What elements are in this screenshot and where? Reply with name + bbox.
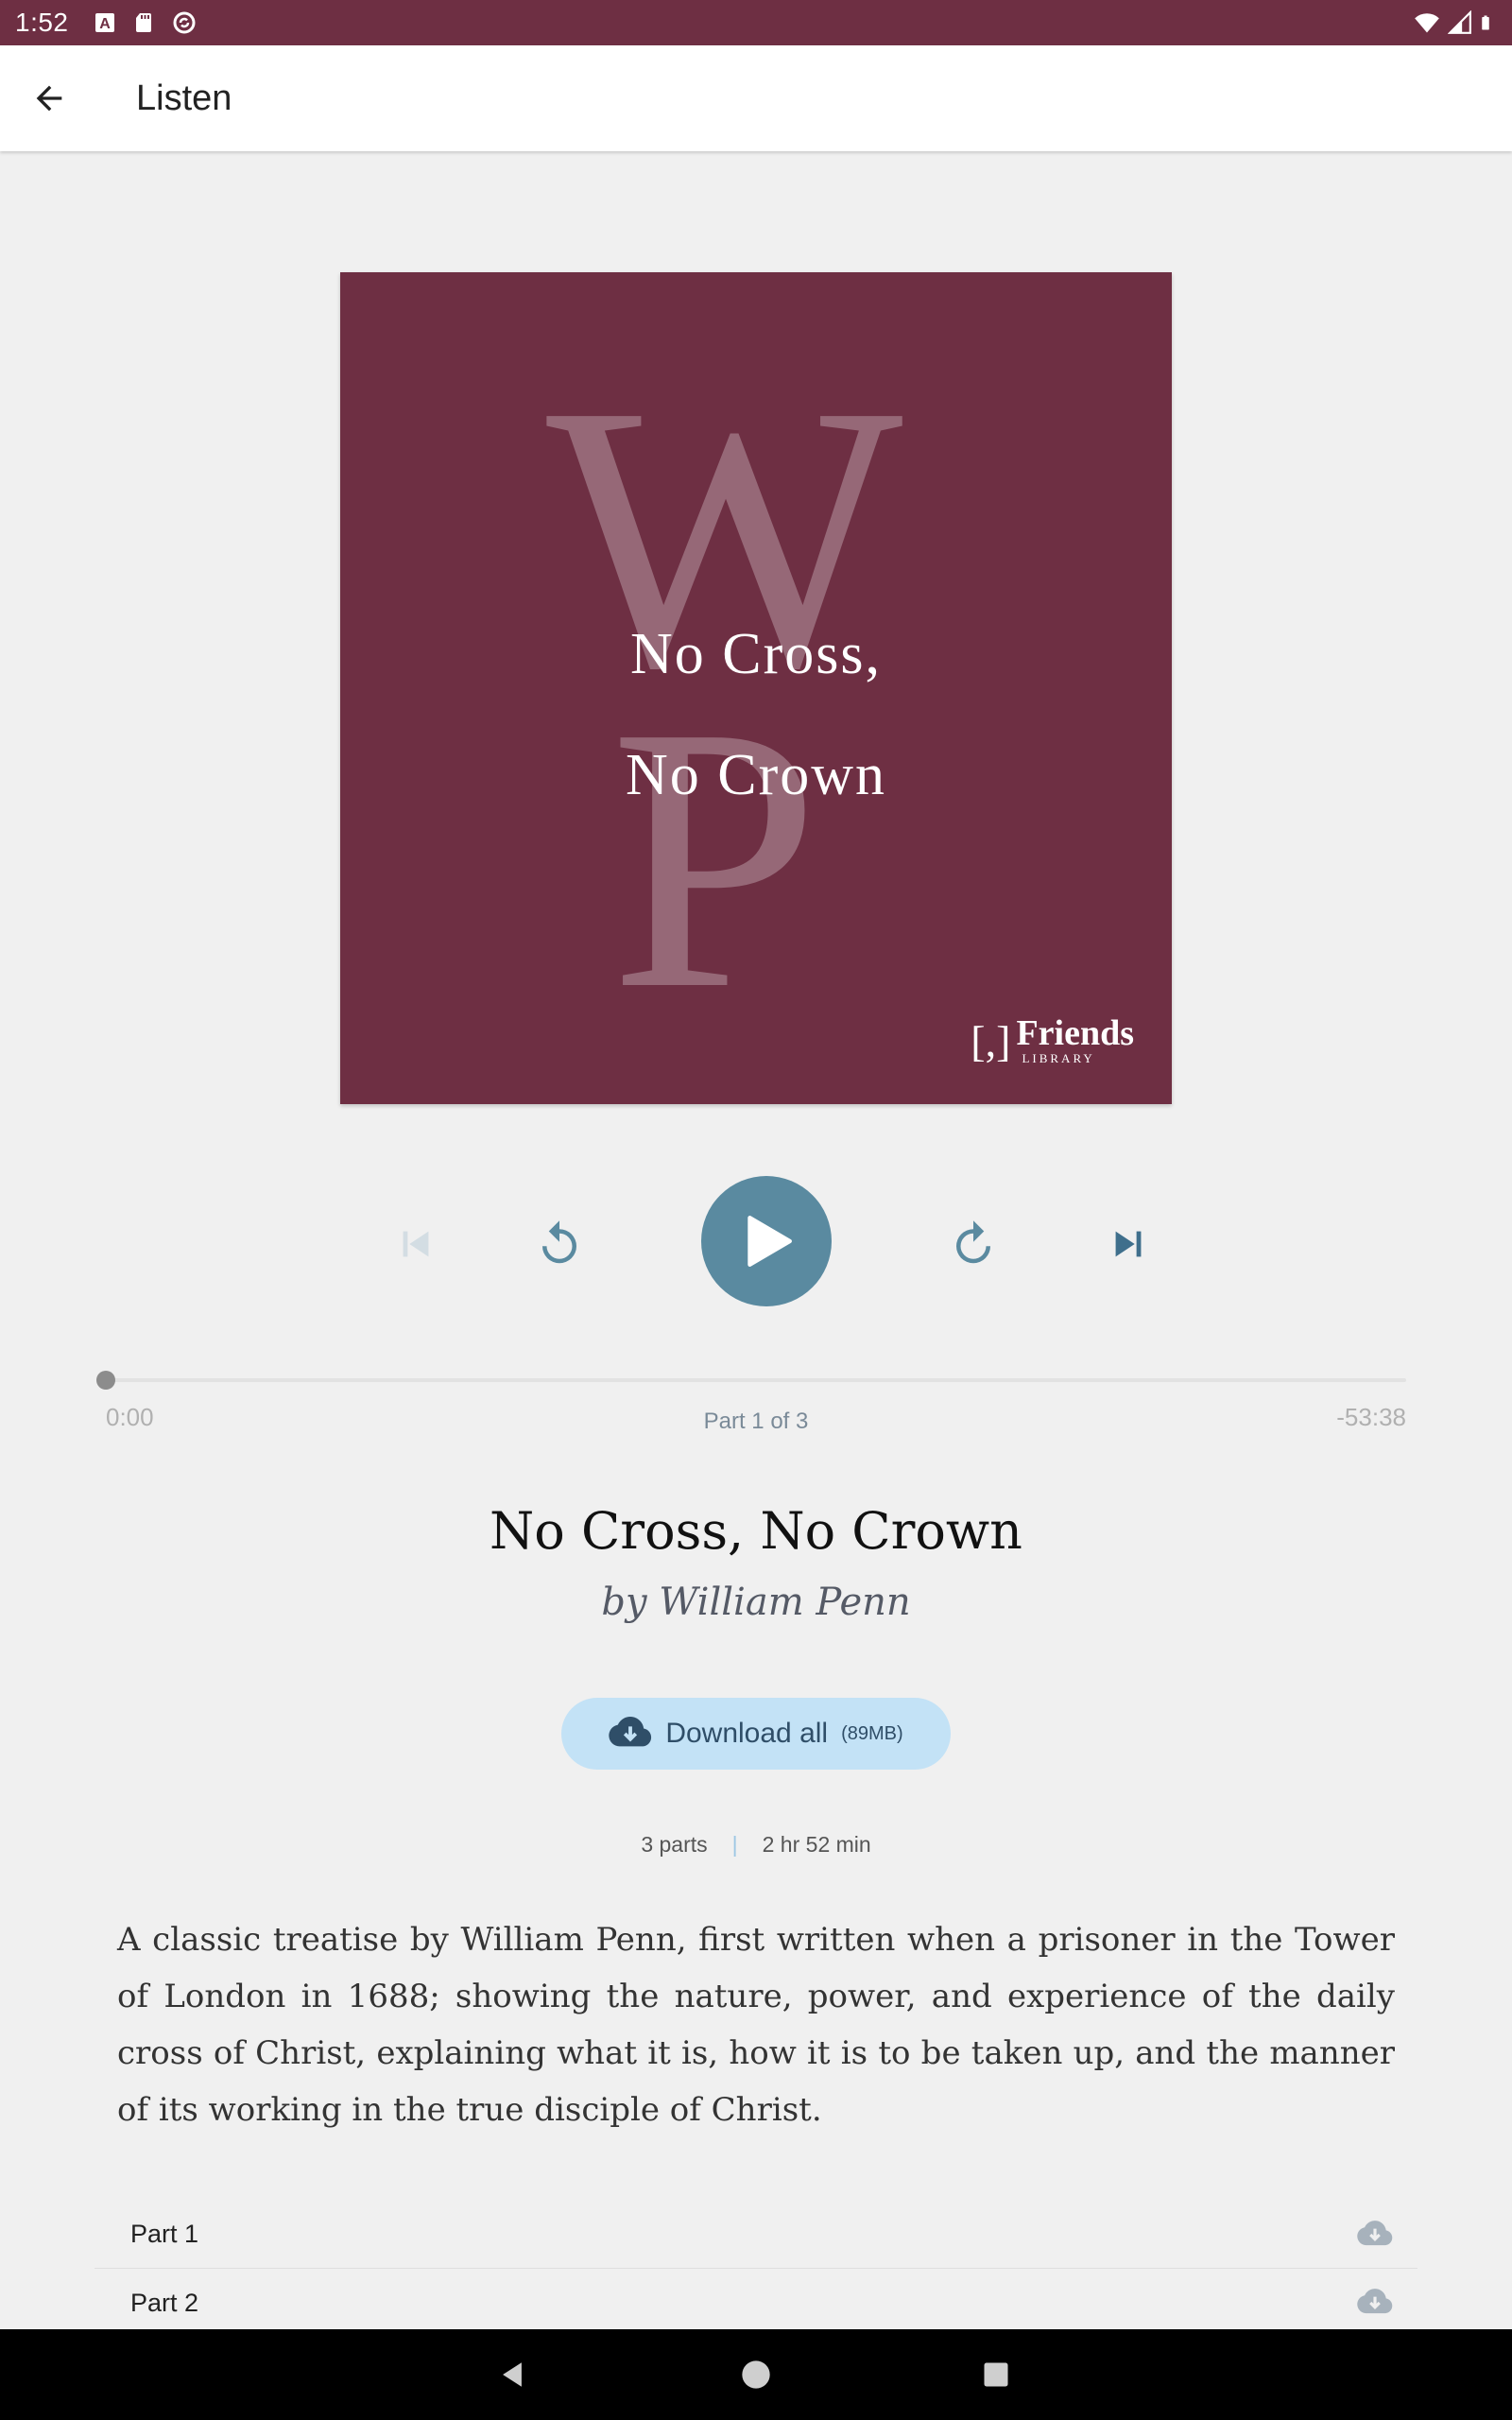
play-icon (747, 1216, 792, 1267)
download-size: (89MB) (841, 1722, 903, 1744)
download-label: Download all (665, 1718, 829, 1749)
skip-next-button[interactable] (1091, 1206, 1166, 1282)
skip-previous-button[interactable] (378, 1206, 454, 1282)
cover-title-line1: No Cross, (629, 622, 883, 686)
book-title: No Cross, No Crown (490, 1501, 1022, 1561)
playback-controls (0, 1172, 1512, 1310)
total-duration: 2 hr 52 min (762, 1832, 871, 1857)
svg-text:A: A (99, 16, 111, 32)
meta-divider: | (731, 1832, 738, 1857)
nav-home-button[interactable] (699, 2329, 813, 2420)
publisher-logo: [,] Friends LIBRARY (971, 1015, 1134, 1066)
rewind-button[interactable] (522, 1206, 597, 1282)
part-indicator: Part 1 of 3 (703, 1409, 809, 1434)
sd-card-icon (135, 13, 151, 32)
part-label: Part 2 (130, 2288, 199, 2317)
parts-list: Part 1 Part 2 (94, 2201, 1418, 2337)
battery-icon (1482, 15, 1489, 30)
app-bar: Listen (0, 45, 1512, 151)
audiobook-meta: 3 parts | 2 hr 52 min (0, 1832, 1512, 1858)
logo-subtitle: LIBRARY (1022, 1051, 1095, 1065)
wifi-icon (1415, 13, 1439, 33)
cover-title: No Cross, No Crown (340, 594, 1172, 836)
cover-art: W P No Cross, No Crown [,] Friends LIBRA… (340, 272, 1172, 1104)
a-icon: A (94, 13, 114, 32)
system-nav-bar (0, 2329, 1512, 2420)
forward-button[interactable] (936, 1206, 1011, 1282)
cloud-download-icon[interactable] (1357, 2220, 1393, 2250)
play-button[interactable] (701, 1176, 832, 1306)
logo-mark: [,] (971, 1016, 1011, 1065)
book-author: by William Penn (601, 1581, 911, 1624)
part-row[interactable]: Part 2 (94, 2269, 1418, 2337)
progress-track[interactable] (104, 1378, 1406, 1382)
forward-icon (956, 1220, 990, 1264)
progress-thumb[interactable] (96, 1371, 115, 1390)
back-button[interactable] (0, 45, 98, 151)
parts-count: 3 parts (641, 1832, 708, 1857)
nav-back-icon (503, 2362, 522, 2387)
logo-name: Friends (1016, 1013, 1134, 1053)
download-all-button[interactable]: Download all (89MB) (561, 1698, 951, 1770)
part-label: Part 1 (130, 2220, 199, 2248)
skip-previous-icon (403, 1231, 429, 1257)
skip-next-icon (1115, 1231, 1142, 1257)
nav-back-button[interactable] (455, 2329, 569, 2420)
book-description: A classic treatise by William Penn, firs… (117, 1921, 1395, 2129)
cloud-download-icon (609, 1717, 652, 1747)
nav-recents-button[interactable] (939, 2329, 1053, 2420)
arrow-back-icon (36, 85, 62, 112)
replay-icon (542, 1220, 576, 1264)
cloud-download-icon[interactable] (1357, 2288, 1393, 2318)
sync-icon (173, 11, 195, 34)
nav-home-icon (742, 2360, 770, 2389)
signal-icon (1448, 10, 1471, 34)
status-time: 1:52 (15, 8, 69, 37)
nav-recents-icon (984, 2362, 1008, 2387)
part-row[interactable]: Part 1 (94, 2201, 1418, 2269)
cover-title-line2: No Crown (625, 743, 887, 807)
status-bar: 1:52 A (0, 0, 1512, 45)
page-title: Listen (136, 78, 232, 118)
